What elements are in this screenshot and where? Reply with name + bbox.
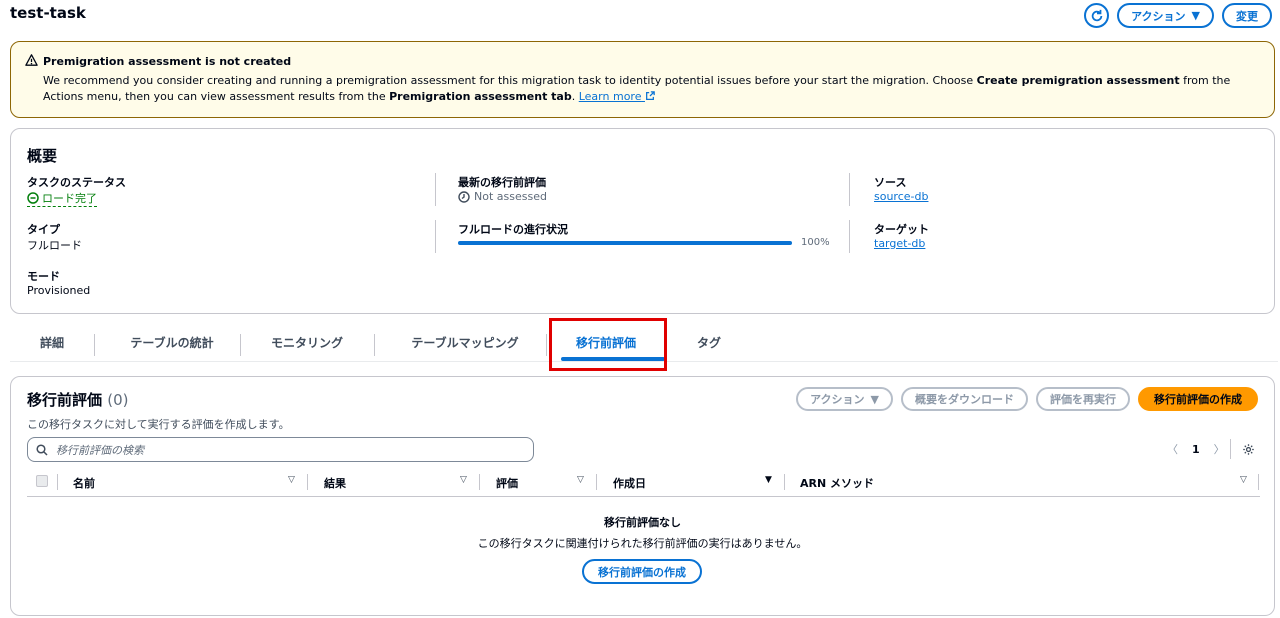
empty-state-description: この移行タスクに関連付けられた移行前評価の実行はありません。 xyxy=(477,537,808,550)
source-link[interactable]: source-db xyxy=(874,190,928,203)
table-header-rule xyxy=(27,496,1260,497)
page-number[interactable]: 1 xyxy=(1192,443,1200,456)
assessments-title: 移行前評価 xyxy=(27,391,103,409)
task-status: ロード完了 xyxy=(27,190,97,207)
sort-descending-icon[interactable]: ▼ xyxy=(765,475,772,485)
assessment-actions-button[interactable]: アクション ▼ xyxy=(796,387,893,411)
caret-down-icon: ▼ xyxy=(870,392,879,406)
empty-create-assessment-button[interactable]: 移行前評価の作成 xyxy=(582,559,702,584)
alert-text: . xyxy=(571,90,579,103)
column-arn-method[interactable]: ARN メソッド xyxy=(800,475,874,491)
actions-dropdown-button[interactable]: アクション ▼ xyxy=(1117,3,1214,28)
assessments-description: この移行タスクに対して実行する評価を作成します。 xyxy=(27,418,290,431)
learn-more-link[interactable]: Learn more xyxy=(579,90,655,103)
assessments-header: 移行前評価 (0) xyxy=(27,389,129,410)
target-label: ターゲット xyxy=(874,223,929,236)
full-load-progress-text: 100% xyxy=(801,237,830,248)
pagination-divider xyxy=(1230,439,1231,459)
task-status-value[interactable]: ロード完了 xyxy=(27,190,97,207)
rerun-assessment-button[interactable]: 評価を再実行 xyxy=(1036,387,1130,411)
column-divider xyxy=(57,474,58,490)
search-icon xyxy=(36,443,48,456)
modify-button[interactable]: 変更 xyxy=(1222,3,1272,28)
assessment-search-input[interactable]: 移行前評価の検索 xyxy=(27,437,534,462)
column-created-date[interactable]: 作成日 xyxy=(613,475,646,491)
column-divider xyxy=(1258,474,1259,490)
column-divider xyxy=(849,220,850,253)
column-result[interactable]: 結果 xyxy=(324,475,346,491)
clock-icon xyxy=(458,190,470,203)
latest-assessment-label: 最新の移行前評価 xyxy=(458,176,546,189)
tab-monitoring[interactable]: モニタリング xyxy=(248,322,366,362)
learn-more-label: Learn more xyxy=(578,90,642,103)
column-divider xyxy=(307,474,308,490)
header-actions: アクション ▼ 変更 xyxy=(1084,3,1272,28)
alert-title: Premigration assessment is not created xyxy=(43,55,292,68)
latest-assessment: Not assessed xyxy=(458,190,547,206)
tab-details[interactable]: 詳細 xyxy=(24,322,80,362)
task-status-text: ロード完了 xyxy=(42,192,97,205)
tab-divider xyxy=(94,334,95,356)
tab-divider xyxy=(546,334,547,356)
highlight-annotation xyxy=(549,318,667,371)
alert-bold-text: Premigration assessment tab xyxy=(389,90,572,103)
column-assessment[interactable]: 評価 xyxy=(496,475,518,491)
type-label: タイプ xyxy=(27,223,60,236)
warning-icon xyxy=(25,54,38,66)
previous-page-icon[interactable]: 〈 xyxy=(1167,441,1178,457)
create-assessment-button[interactable]: 移行前評価の作成 xyxy=(1138,387,1258,411)
empty-state-title: 移行前評価なし xyxy=(604,516,681,529)
tab-table-mapping[interactable]: テーブルマッピング xyxy=(382,322,548,362)
next-page-icon[interactable]: 〉 xyxy=(1214,441,1225,457)
assessments-toolbar: アクション ▼ 概要をダウンロード 評価を再実行 移行前評価の作成 xyxy=(796,387,1258,411)
type-value: フルロード xyxy=(27,239,82,252)
pagination: 〈 1 〉 xyxy=(1167,441,1225,457)
refresh-icon xyxy=(1091,9,1102,21)
external-link-icon xyxy=(646,91,655,100)
alert-body: We recommend you consider creating and r… xyxy=(43,73,1263,105)
sort-icon[interactable]: ▽ xyxy=(1240,475,1247,485)
column-divider xyxy=(479,474,480,490)
tab-tags[interactable]: タグ xyxy=(676,322,742,362)
tab-divider xyxy=(374,334,375,356)
full-load-progress-fill xyxy=(458,241,792,245)
download-summary-button[interactable]: 概要をダウンロード xyxy=(901,387,1028,411)
column-divider xyxy=(596,474,597,490)
actions-label: アクション xyxy=(1131,9,1186,23)
assessments-card: 移行前評価 (0) この移行タスクに対して実行する評価を作成します。 アクション… xyxy=(10,376,1275,616)
search-placeholder: 移行前評価の検索 xyxy=(56,443,144,457)
assessments-count: (0) xyxy=(107,391,129,409)
latest-assessment-text: Not assessed xyxy=(474,190,547,203)
refresh-button[interactable] xyxy=(1084,3,1110,28)
column-divider xyxy=(784,474,785,490)
full-load-progress-bar xyxy=(458,241,792,245)
source-label: ソース xyxy=(874,176,907,189)
mode-value: Provisioned xyxy=(27,284,91,297)
sort-icon[interactable]: ▽ xyxy=(460,475,467,485)
overview-title: 概要 xyxy=(27,147,58,165)
overview-card: 概要 タスクのステータス ロード完了 タイプ フルロード モード Provisi… xyxy=(10,128,1275,314)
sort-icon[interactable]: ▽ xyxy=(288,475,295,485)
latest-assessment-value: Not assessed xyxy=(458,190,547,203)
select-all-checkbox[interactable] xyxy=(36,475,48,487)
mode-label: モード xyxy=(27,270,60,283)
column-divider xyxy=(849,173,850,206)
full-load-progress-label: フルロードの進行状況 xyxy=(458,223,568,236)
alert-bold-text: Create premigration assessment xyxy=(976,74,1180,87)
settings-gear-icon[interactable] xyxy=(1242,443,1255,456)
column-divider xyxy=(435,173,436,206)
tab-divider xyxy=(240,334,241,356)
column-divider xyxy=(435,220,436,253)
column-name[interactable]: 名前 xyxy=(73,475,95,491)
tab-table-statistics[interactable]: テーブルの統計 xyxy=(106,322,238,362)
page-title: test-task xyxy=(10,4,86,22)
task-status-label: タスクのステータス xyxy=(27,176,126,189)
sort-icon[interactable]: ▽ xyxy=(577,475,584,485)
target-link[interactable]: target-db xyxy=(874,237,925,250)
assessment-actions-label: アクション xyxy=(810,393,865,406)
alert-text: We recommend you consider creating and r… xyxy=(43,74,977,87)
caret-down-icon: ▼ xyxy=(1191,9,1200,22)
check-circle-icon xyxy=(27,192,39,204)
premigration-alert: Premigration assessment is not created W… xyxy=(10,41,1275,118)
